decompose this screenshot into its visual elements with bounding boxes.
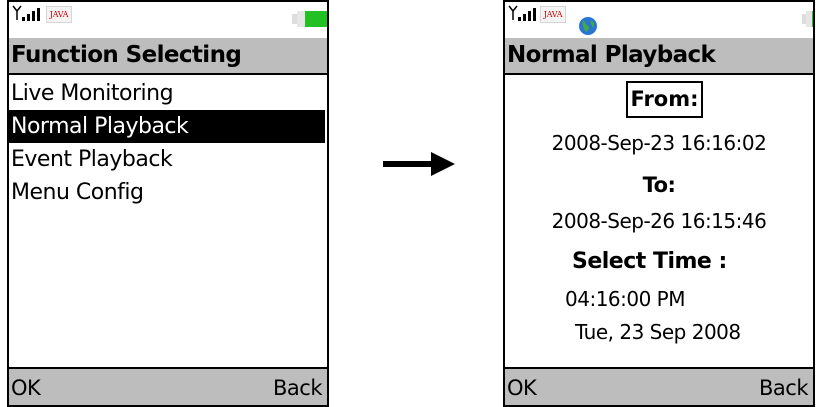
ok-softkey[interactable]: OK	[11, 369, 41, 405]
screen-title: Function Selecting	[9, 38, 327, 75]
function-menu: Live Monitoring Normal Playback Event Pl…	[9, 77, 327, 209]
to-datetime: 2008-Sep-26 16:15:46	[551, 209, 767, 233]
selected-date[interactable]: Tue, 23 Sep 2008	[575, 320, 741, 344]
selected-time[interactable]: 04:16:00 PM	[565, 287, 686, 311]
menu-item-live-monitoring[interactable]: Live Monitoring	[9, 77, 327, 110]
ok-softkey[interactable]: OK	[507, 369, 537, 405]
signal-strength-icon	[12, 5, 40, 21]
menu-item-normal-playback[interactable]: Normal Playback	[9, 110, 325, 143]
battery-icon	[292, 11, 327, 27]
status-bar: JAVA	[505, 2, 813, 38]
from-field[interactable]: From:	[626, 81, 703, 118]
menu-item-event-playback[interactable]: Event Playback	[9, 143, 327, 176]
globe-icon	[579, 17, 597, 35]
battery-icon	[802, 11, 813, 27]
normal-playback-screen: JAVA Normal Playback From: 2008-Sep-23 1…	[503, 0, 815, 407]
softkey-bar: OK Back	[9, 367, 327, 405]
status-bar: JAVA	[9, 2, 327, 38]
java-icon: JAVA	[540, 6, 566, 23]
back-softkey[interactable]: Back	[759, 369, 808, 405]
right-arrow-icon	[383, 152, 455, 176]
playback-range-panel: From: 2008-Sep-23 16:16:02 To: 2008-Sep-…	[505, 77, 813, 367]
function-selecting-screen: JAVA Function Selecting Live Monitoring …	[7, 0, 329, 407]
select-time-label: Select Time :	[572, 249, 727, 274]
menu-item-menu-config[interactable]: Menu Config	[9, 176, 327, 209]
java-icon: JAVA	[46, 6, 72, 23]
softkey-bar: OK Back	[505, 367, 813, 405]
from-datetime: 2008-Sep-23 16:16:02	[551, 131, 767, 155]
screen-title: Normal Playback	[505, 38, 813, 75]
to-label: To:	[642, 173, 676, 197]
signal-strength-icon	[508, 5, 536, 21]
back-softkey[interactable]: Back	[273, 369, 322, 405]
